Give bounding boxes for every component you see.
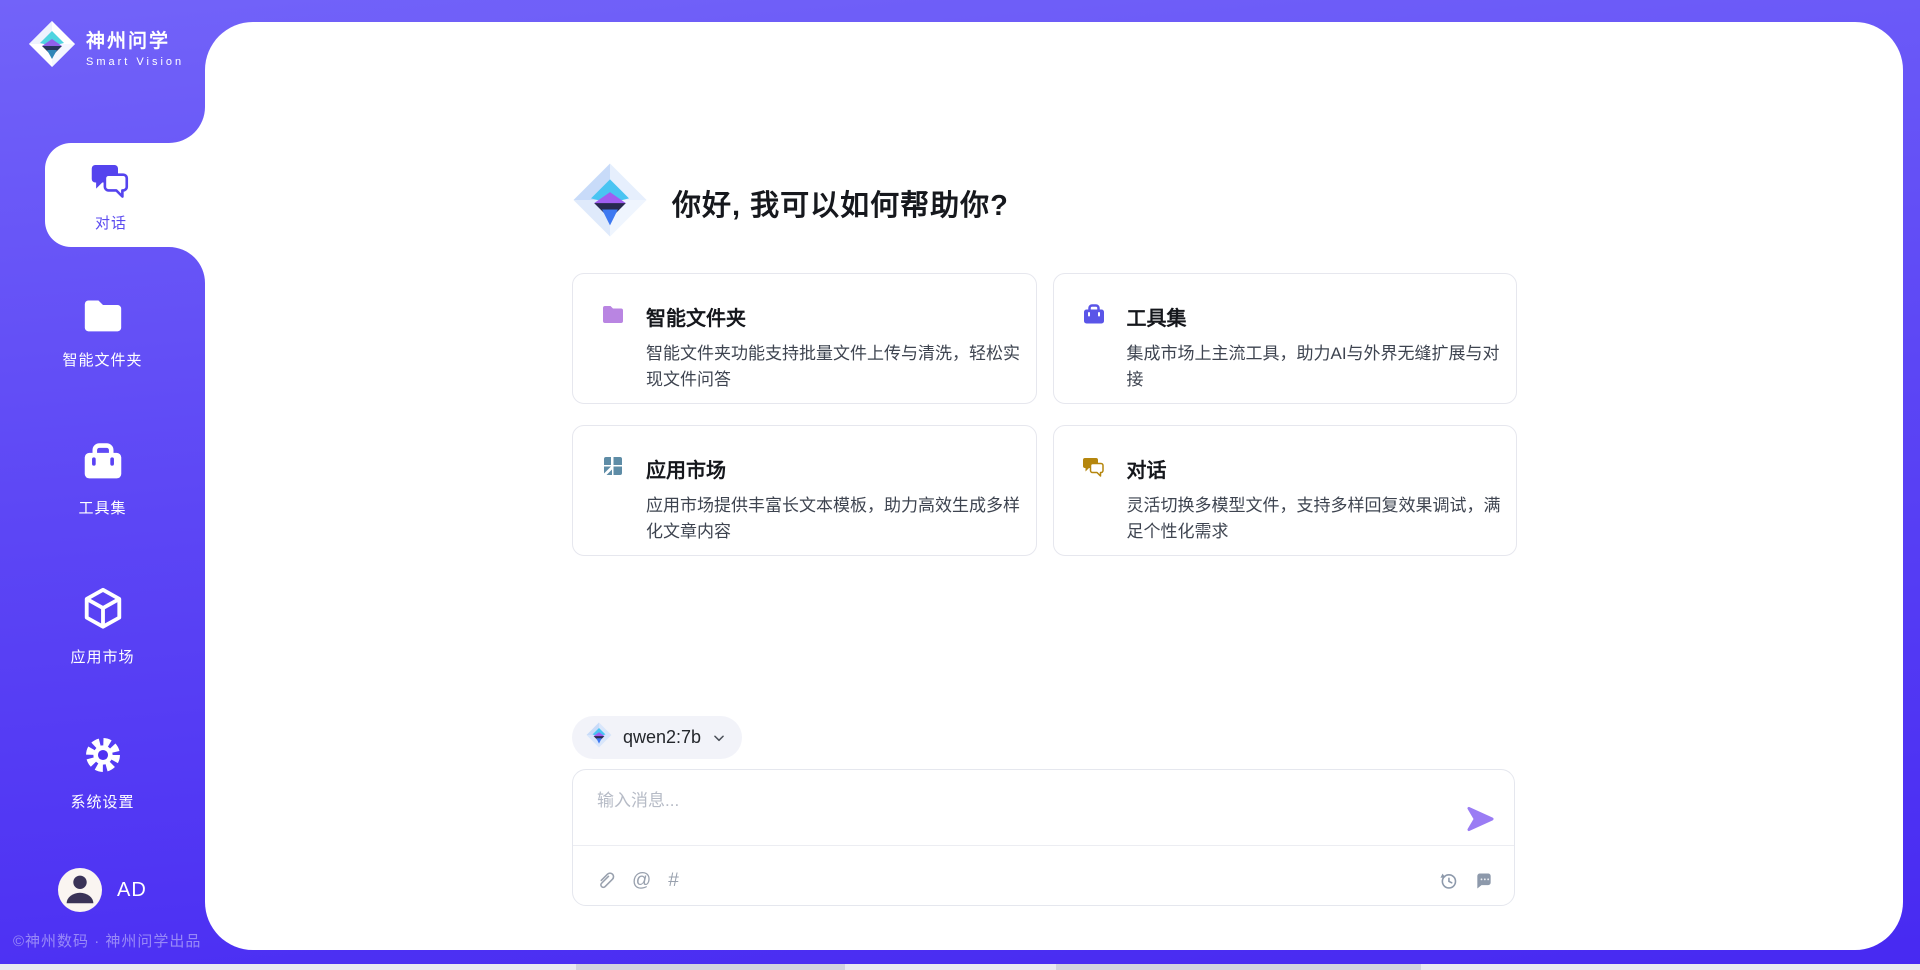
greeting: 你好, 我可以如何帮助你?	[572, 162, 1009, 243]
chat-bubbles-icon	[90, 158, 132, 205]
cube-icon	[80, 586, 126, 637]
gear-icon	[81, 733, 125, 782]
history-icon[interactable]	[1438, 870, 1459, 891]
brand-logo: 神州问学 Smart Vision	[28, 20, 184, 73]
diamond-logo-icon	[586, 722, 612, 753]
grid-icon	[601, 454, 625, 483]
card-title: 应用市场	[646, 454, 726, 483]
card-title: 工具集	[1127, 302, 1187, 331]
card-toolset[interactable]: 工具集 集成市场上主流工具，助力AI与外界无缝扩展与对接	[1053, 273, 1518, 404]
at-sign-icon[interactable]: @	[632, 871, 651, 890]
person-icon	[58, 868, 102, 912]
diamond-logo-icon	[572, 162, 648, 243]
sidebar-item-label: 系统设置	[70, 791, 134, 812]
app-window: 神州问学 Smart Vision 对话 智能文件夹	[0, 0, 1920, 970]
card-description: 集成市场上主流工具，助力AI与外界无缝扩展与对接	[1127, 341, 1503, 393]
folder-icon	[601, 303, 625, 330]
paperclip-icon[interactable]	[595, 869, 615, 891]
feature-cards: 智能文件夹 智能文件夹功能支持批量文件上传与清洗，轻松实现文件问答 工具集	[572, 273, 1517, 556]
comment-icon[interactable]	[1474, 871, 1494, 891]
card-title: 智能文件夹	[646, 302, 746, 331]
composer-divider	[573, 845, 1514, 846]
sidebar-item-settings[interactable]: 系统设置	[0, 733, 205, 812]
card-chat[interactable]: 对话 灵活切换多模型文件，支持多样回复效果调试，满足个性化需求	[1053, 425, 1518, 556]
card-smart-folder[interactable]: 智能文件夹 智能文件夹功能支持批量文件上传与清洗，轻松实现文件问答	[572, 273, 1037, 404]
brand-subtitle: Smart Vision	[86, 56, 184, 68]
sidebar-item-label: 智能文件夹	[62, 349, 142, 370]
copyright-footer: ©神州数码 · 神州问学出品	[13, 930, 201, 951]
greeting-title: 你好, 我可以如何帮助你?	[672, 182, 1009, 224]
sidebar-item-label: 应用市场	[70, 646, 134, 667]
toolbox-icon	[1082, 303, 1106, 331]
bottom-edge-strip	[0, 964, 1920, 970]
sidebar-item-chat[interactable]: 对话	[45, 143, 205, 247]
user-profile[interactable]: AD	[58, 868, 147, 912]
card-app-market[interactable]: 应用市场 应用市场提供丰富长文本模板，助力高效生成多样化文章内容	[572, 425, 1037, 556]
send-icon[interactable]	[1467, 806, 1494, 837]
sidebar-item-label: 工具集	[78, 497, 126, 518]
card-description: 灵活切换多模型文件，支持多样回复效果调试，满足个性化需求	[1127, 493, 1503, 545]
card-description: 应用市场提供丰富长文本模板，助力高效生成多样化文章内容	[646, 493, 1022, 545]
sidebar-item-smart-folder[interactable]: 智能文件夹	[0, 295, 205, 370]
brand-name: 神州问学	[86, 26, 184, 53]
composer-right-tools	[1438, 870, 1494, 891]
main-content-panel: 你好, 我可以如何帮助你? 智能文件夹 智能文件夹功能支持批量文件上传与清洗，轻…	[205, 22, 1903, 950]
diamond-logo-icon	[28, 20, 76, 73]
avatar	[58, 868, 102, 912]
folder-icon	[81, 295, 125, 340]
toolbox-icon	[81, 441, 125, 488]
sidebar-item-toolset[interactable]: 工具集	[0, 441, 205, 518]
chat-bubbles-icon	[1082, 454, 1106, 483]
model-name: qwen2:7b	[623, 727, 701, 748]
card-title: 对话	[1127, 454, 1167, 483]
card-description: 智能文件夹功能支持批量文件上传与清洗，轻松实现文件问答	[646, 341, 1022, 393]
hash-sign-icon[interactable]: #	[668, 871, 679, 890]
message-composer: @ #	[572, 769, 1515, 906]
sidebar-item-label: 对话	[95, 212, 127, 233]
user-name: AD	[117, 879, 147, 902]
chevron-down-icon	[712, 731, 726, 745]
sidebar-item-app-market[interactable]: 应用市场	[0, 586, 205, 667]
message-input[interactable]	[597, 786, 1437, 838]
composer-left-tools: @ #	[595, 869, 679, 891]
model-selector[interactable]: qwen2:7b	[572, 716, 742, 759]
